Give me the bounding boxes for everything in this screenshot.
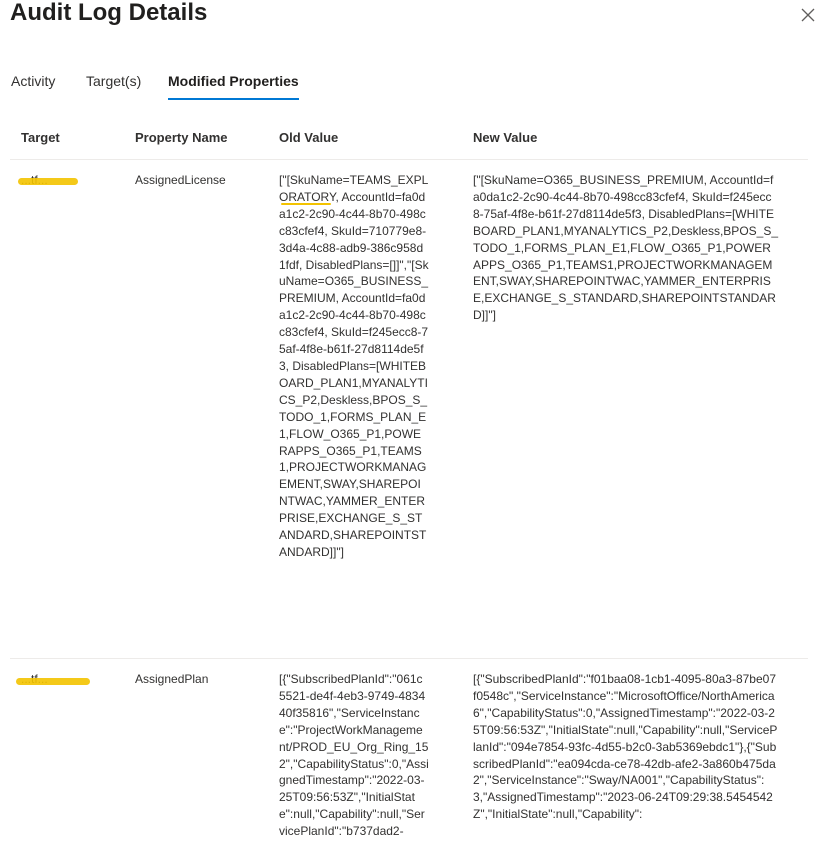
property-name-cell: AssignedPlan [135, 672, 209, 686]
close-icon-glyph [801, 8, 815, 22]
header-divider [10, 159, 808, 160]
new-value-cell: [{"SubscribedPlanId":"f01baa08-1cb1-4095… [473, 672, 778, 822]
tab-modified-properties[interactable]: Modified Properties [168, 68, 299, 100]
column-header-new-value[interactable]: New Value [473, 130, 537, 145]
close-icon[interactable] [797, 4, 819, 26]
column-header-property-name[interactable]: Property Name [135, 130, 227, 145]
table-row[interactable]: ...tf... AssignedPlan [{"SubscribedPlanI… [0, 671, 823, 854]
highlight-mark [281, 203, 331, 205]
column-header-target[interactable]: Target [21, 130, 60, 145]
new-value-cell: ["[SkuName=O365_BUSINESS_PREMIUM, Accoun… [473, 173, 779, 323]
audit-log-details-panel: Audit Log Details Activity Target(s) Mod… [0, 0, 823, 854]
old-value-cell: ["[SkuName=TEAMS_EXPLORATORY, AccountId=… [279, 173, 429, 559]
dialog-title: Audit Log Details [10, 0, 208, 26]
old-value-cell: [{"SubscribedPlanId":"061c5521-de4f-4eb3… [279, 672, 429, 839]
tab-activity[interactable]: Activity [11, 68, 55, 94]
table-header: Target Property Name Old Value New Value [0, 127, 823, 149]
column-header-old-value[interactable]: Old Value [279, 130, 338, 145]
property-name-cell: AssignedLicense [135, 173, 226, 187]
tab-targets[interactable]: Target(s) [86, 68, 141, 94]
redaction-mark [16, 678, 90, 685]
table-row[interactable]: ...tf... AssignedLicense ["[SkuName=TEAM… [0, 172, 823, 652]
redaction-mark [18, 178, 78, 185]
tab-bar: Activity Target(s) Modified Properties [0, 68, 823, 102]
row-divider [10, 658, 808, 659]
